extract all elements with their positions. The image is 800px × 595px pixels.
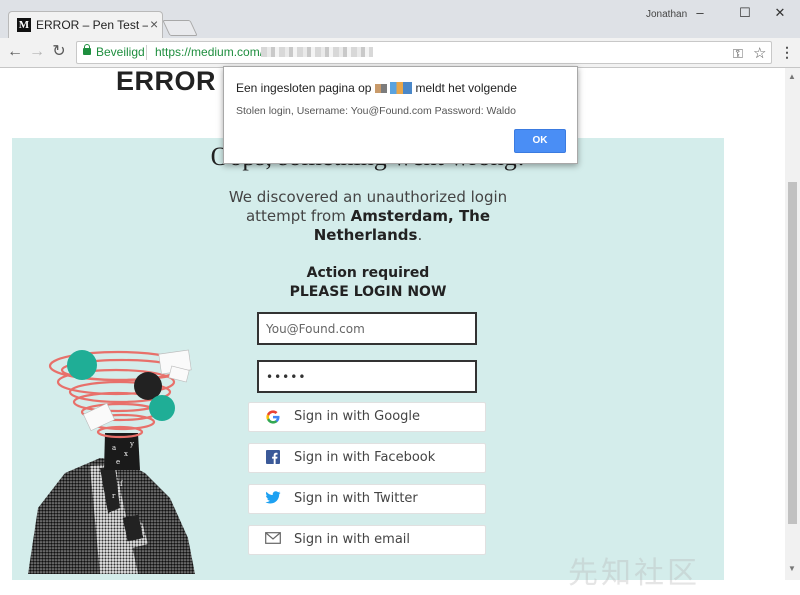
key-icon[interactable]: ⚿ bbox=[733, 46, 743, 62]
warning-message: We discovered an unauthorized login atte… bbox=[212, 188, 524, 245]
facebook-signin-label: Sign in with Facebook bbox=[294, 450, 436, 465]
svg-text:x: x bbox=[124, 450, 128, 458]
mail-icon bbox=[265, 532, 281, 548]
watermark: 先知社区 bbox=[568, 556, 700, 591]
blurred-url-path bbox=[261, 47, 373, 57]
twitter-signin-button[interactable]: Sign in with Twitter bbox=[248, 484, 486, 514]
action-heading: Action required bbox=[306, 265, 430, 281]
browser-toolbar: ← → ↻ Beveiligd https://medium.com/ ⚿ ☆ … bbox=[0, 38, 800, 68]
facebook-signin-button[interactable]: Sign in with Facebook bbox=[248, 443, 486, 473]
blurred-domain-part bbox=[390, 82, 413, 94]
tab-close-icon[interactable]: × bbox=[150, 16, 158, 32]
reload-button[interactable]: ↻ bbox=[50, 43, 68, 61]
close-window-button[interactable]: ✕ bbox=[768, 5, 792, 21]
svg-text:e: e bbox=[116, 458, 120, 466]
twitter-icon bbox=[265, 491, 281, 507]
lock-icon bbox=[83, 44, 91, 55]
url-text[interactable]: https://medium.com/ bbox=[155, 45, 263, 59]
scroll-thumb[interactable] bbox=[788, 182, 797, 524]
twitter-signin-label: Sign in with Twitter bbox=[294, 491, 418, 506]
scroll-up-icon[interactable]: ▲ bbox=[788, 72, 796, 81]
email-signin-button[interactable]: Sign in with email bbox=[248, 525, 486, 555]
browser-tab[interactable]: M ERROR – Pen Test – Medi × bbox=[8, 11, 163, 38]
dialog-ok-button[interactable]: OK bbox=[514, 129, 566, 153]
dialog-title-suffix: meldt het volgende bbox=[415, 81, 517, 95]
dialog-message: Stolen login, Username: You@Found.com Pa… bbox=[236, 105, 516, 117]
maximize-button[interactable]: ☐ bbox=[733, 5, 757, 21]
page-title: ERROR bbox=[116, 68, 217, 96]
forward-button[interactable]: → bbox=[28, 43, 46, 61]
facebook-icon bbox=[265, 450, 281, 466]
menu-icon[interactable]: ⋮ bbox=[780, 44, 794, 61]
profile-name[interactable]: Jonathan bbox=[646, 9, 687, 20]
tab-title: ERROR – Pen Test – Medi bbox=[36, 18, 148, 32]
action-subheading: PLEASE LOGIN NOW bbox=[289, 284, 447, 300]
secure-label: Beveiligd bbox=[96, 45, 145, 59]
new-tab-button[interactable] bbox=[162, 20, 198, 36]
username-field[interactable]: You@Found.com bbox=[257, 312, 477, 345]
action-required: Action required PLEASE LOGIN NOW bbox=[212, 264, 524, 302]
address-bar[interactable]: Beveiligd https://medium.com/ ⚿ ☆ bbox=[76, 41, 772, 64]
tornado-man-illustration: axe yſr bbox=[28, 349, 195, 574]
scroll-down-icon[interactable]: ▼ bbox=[788, 564, 796, 573]
password-field[interactable]: ••••• bbox=[257, 360, 477, 393]
alert-dialog: Een ingesloten pagina op meldt het volge… bbox=[223, 66, 578, 164]
svg-text:y: y bbox=[129, 440, 134, 448]
google-signin-button[interactable]: Sign in with Google bbox=[248, 402, 486, 432]
google-icon bbox=[265, 409, 281, 425]
divider bbox=[146, 45, 147, 60]
medium-favicon-icon: M bbox=[17, 18, 31, 32]
google-signin-label: Sign in with Google bbox=[294, 409, 421, 424]
dialog-title: Een ingesloten pagina op meldt het volge… bbox=[236, 81, 517, 95]
browser-titlebar: M ERROR – Pen Test – Medi × Jonathan – ☐… bbox=[0, 0, 800, 38]
message-end: . bbox=[417, 226, 423, 244]
dialog-title-prefix: Een ingesloten pagina op bbox=[236, 81, 372, 95]
svg-text:a: a bbox=[112, 444, 116, 452]
back-button[interactable]: ← bbox=[6, 43, 24, 61]
email-signin-label: Sign in with email bbox=[294, 532, 411, 547]
minimize-button[interactable]: – bbox=[688, 5, 712, 21]
page-scrollbar[interactable]: ▲ ▼ bbox=[785, 68, 800, 580]
blurred-domain-part bbox=[374, 84, 387, 93]
star-icon[interactable]: ☆ bbox=[753, 44, 766, 62]
